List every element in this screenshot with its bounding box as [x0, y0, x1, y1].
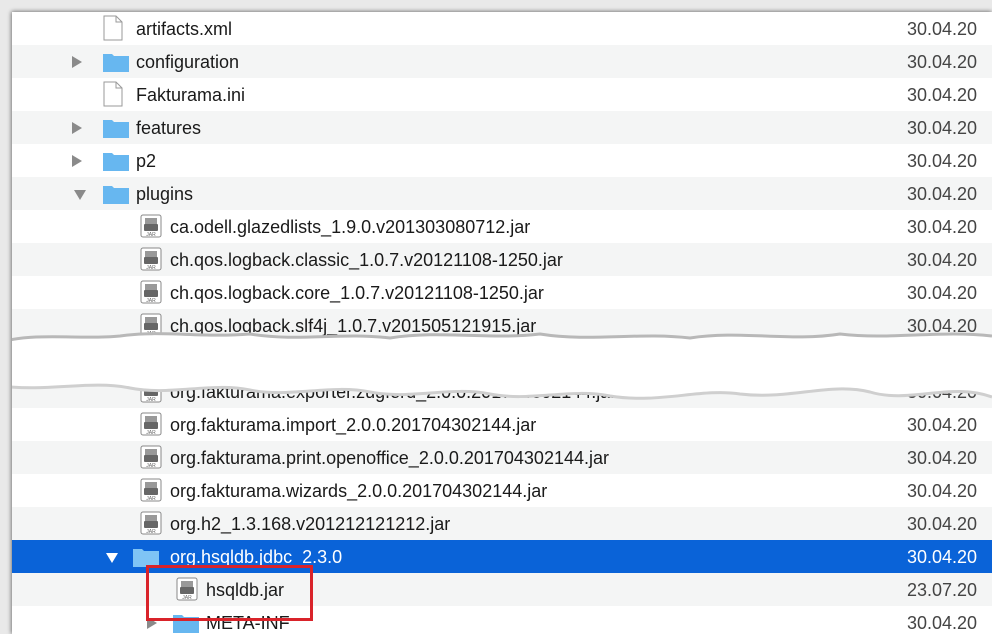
folder-icon: [102, 51, 130, 73]
folder-icon: [102, 117, 130, 139]
file-row[interactable]: JAR org.h2_1.3.168.v201212121212.jar 30.04…: [12, 507, 992, 540]
item-name: org.fakturama.wizards_2.0.0.201704302144…: [170, 481, 548, 501]
file-row[interactable]: JAR ca.odell.glazedlists_1.9.0.v201303080…: [12, 210, 992, 243]
date-modified: 30.04.20: [907, 118, 978, 138]
item-name: ch.qos.logback.classic_1.0.7.v20121108-1…: [170, 250, 563, 270]
disclosure-collapsed-icon[interactable]: [72, 122, 82, 134]
item-name: plugins: [136, 184, 194, 204]
item-name: Fakturama.ini: [136, 85, 246, 105]
date-modified: 23.07.20: [907, 580, 978, 600]
jar-icon: JAR: [140, 280, 162, 304]
jar-icon: JAR: [140, 478, 162, 502]
highlight-annotation-box: [146, 565, 313, 621]
folder-icon: [102, 150, 130, 172]
document-icon: [102, 15, 124, 41]
date-modified: 30.04.20: [907, 52, 978, 72]
jar-icon: JAR: [140, 511, 162, 535]
item-name: ca.odell.glazedlists_1.9.0.v201303080712…: [170, 217, 531, 237]
svg-text:JAR: JAR: [146, 232, 156, 238]
jar-icon: JAR: [140, 445, 162, 469]
svg-text:JAR: JAR: [146, 298, 156, 304]
date-modified: 30.04.20: [907, 250, 978, 270]
jar-icon: JAR: [140, 214, 162, 238]
torn-page-separator: [12, 332, 992, 400]
item-name: features: [136, 118, 202, 138]
jar-icon: JAR: [140, 247, 162, 271]
item-name: ch.qos.logback.core_1.0.7.v20121108-1250…: [170, 283, 544, 303]
date-modified: 30.04.20: [907, 19, 978, 39]
date-modified: 30.04.20: [907, 547, 978, 567]
file-row[interactable]: artifacts.xml 30.04.20: [12, 12, 992, 45]
svg-text:JAR: JAR: [146, 265, 156, 271]
folder-row[interactable]: plugins 30.04.20: [12, 177, 992, 210]
disclosure-expanded-icon[interactable]: [74, 190, 86, 200]
file-row[interactable]: Fakturama.ini 30.04.20: [12, 78, 992, 111]
finder-list-view: artifacts.xml 30.04.20 configuration 30.04.…: [12, 12, 992, 634]
folder-row[interactable]: configuration 30.04.20: [12, 45, 992, 78]
date-modified: 30.04.20: [907, 481, 978, 501]
date-modified: 30.04.20: [907, 151, 978, 171]
svg-text:JAR: JAR: [146, 496, 156, 502]
svg-text:JAR: JAR: [146, 430, 156, 436]
date-modified: 30.04.20: [907, 85, 978, 105]
disclosure-collapsed-icon[interactable]: [72, 155, 82, 167]
folder-row[interactable]: features 30.04.20: [12, 111, 992, 144]
disclosure-expanded-icon[interactable]: [106, 553, 118, 563]
folder-row[interactable]: p2 30.04.20: [12, 144, 992, 177]
item-name: p2: [136, 151, 157, 171]
file-row[interactable]: JAR ch.qos.logback.classic_1.0.7.v2012110…: [12, 243, 992, 276]
svg-text:JAR: JAR: [146, 529, 156, 535]
file-row[interactable]: JAR org.fakturama.wizards_2.0.0.201704302…: [12, 474, 992, 507]
date-modified: 30.04.20: [907, 217, 978, 237]
svg-text:JAR: JAR: [146, 463, 156, 469]
item-name: org.hsqldb.jdbc_2.3.0: [170, 547, 343, 567]
item-name: org.h2_1.3.168.v201212121212.jar: [170, 514, 451, 534]
item-name: artifacts.xml: [136, 19, 233, 39]
date-modified: 30.04.20: [907, 283, 978, 303]
date-modified: 30.04.20: [907, 448, 978, 468]
item-name: configuration: [136, 52, 240, 72]
file-row[interactable]: JAR org.fakturama.print.openoffice_2.0.0.…: [12, 441, 992, 474]
folder-icon: [102, 183, 130, 205]
date-modified: 30.04.20: [907, 184, 978, 204]
date-modified: 30.04.20: [907, 514, 978, 534]
file-row[interactable]: JAR ch.qos.logback.core_1.0.7.v20121108-1…: [12, 276, 992, 309]
item-name: org.fakturama.print.openoffice_2.0.0.201…: [170, 448, 609, 468]
date-modified: 30.04.20: [907, 613, 978, 633]
disclosure-collapsed-icon[interactable]: [72, 56, 82, 68]
document-icon: [102, 81, 124, 107]
